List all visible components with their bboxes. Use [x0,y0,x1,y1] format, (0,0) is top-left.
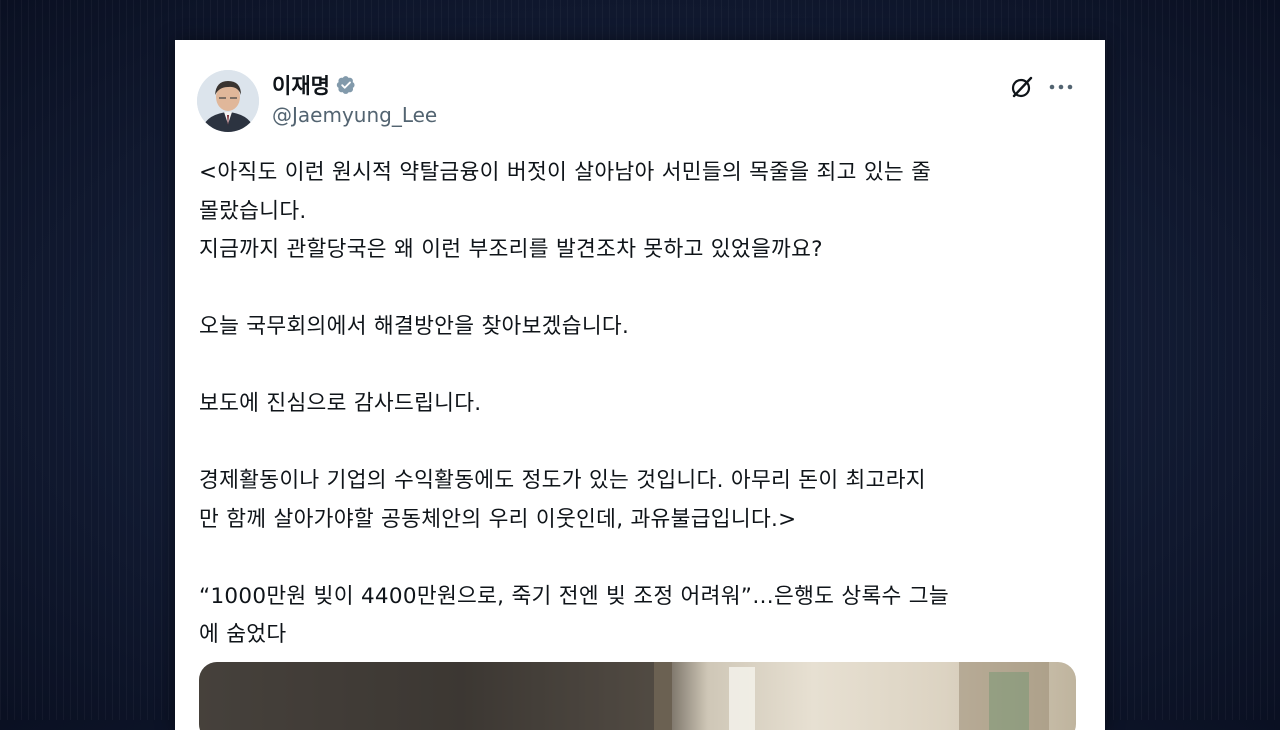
tweet-line: “1000만원 빚이 4400만원으로, 죽기 전엔 빚 조정 어려워”…은행도… [199,583,949,609]
tweet-blank-line [199,270,1079,309]
tweet-line: <아직도 이런 원시적 약탈금융이 버젓이 살아남아 서민들의 목줄을 죄고 있… [199,160,932,185]
author-avatar[interactable] [197,70,259,132]
tweet-body: <아직도 이런 원시적 약탈금융이 버젓이 살아남아 서민들의 목줄을 죄고 있… [199,154,1079,655]
tweet-line: 오늘 국무회의에서 해결방안을 찾아보겠습니다. [199,314,630,339]
tweet-card: 이재명 @Jaemyung_Lee <아직도 이런 원시적 약탈금융이 버젓이 … [175,40,1105,730]
tweet-blank-line [199,347,1079,386]
more-options-icon[interactable] [1044,70,1078,104]
tweet-line: 몰랐습니다. [199,198,307,224]
tweet-line: 만 함께 살아가야할 공동체안의 우리 이웃인데, 과유불급입니다.> [199,506,797,532]
tweet-line: 에 숨었다 [199,622,287,647]
author-display-name[interactable]: 이재명 [272,70,330,100]
tweet-line: 경제활동이나 기업의 수익활동에도 정도가 있는 것입니다. 아무리 돈이 최고… [199,468,926,493]
grok-icon[interactable] [1005,70,1039,104]
tweet-blank-line [199,539,1079,578]
tweet-line: 지금까지 관할당국은 왜 이런 부조리를 발견조차 못하고 있었을까요? [199,237,823,262]
verified-badge-icon [336,76,355,94]
tweet-blank-line [199,424,1079,463]
author-handle[interactable]: @Jaemyung_Lee [272,103,437,127]
tweet-line: 보도에 진심으로 감사드립니다. [199,391,482,416]
